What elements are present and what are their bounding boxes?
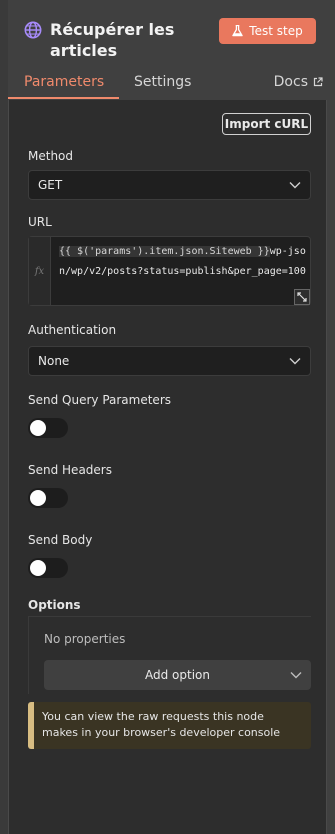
external-link-icon <box>313 77 323 87</box>
url-expression: {{ $('params').item.json.Siteweb }} <box>59 246 270 257</box>
method-select[interactable]: GET <box>28 170 311 200</box>
options-indent-line <box>28 616 29 694</box>
authentication-label: Authentication <box>28 323 117 337</box>
tab-settings[interactable]: Settings <box>134 74 191 90</box>
chevron-down-icon <box>289 182 301 189</box>
add-option-select[interactable]: Add option <box>44 660 311 690</box>
url-value[interactable]: {{ $('params').item.json.Siteweb }}wp-js… <box>59 242 309 302</box>
send-body-label: Send Body <box>28 533 93 547</box>
send-body-toggle[interactable] <box>28 558 68 578</box>
flask-icon <box>232 25 244 37</box>
toggle-knob <box>30 490 46 506</box>
test-step-label: Test step <box>249 24 303 38</box>
send-headers-label: Send Headers <box>28 463 112 477</box>
method-label: Method <box>28 149 74 163</box>
toggle-knob <box>30 420 46 436</box>
send-query-toggle[interactable] <box>28 418 68 438</box>
panel-edge <box>0 0 8 834</box>
import-curl-button[interactable]: Import cURL <box>222 113 311 135</box>
tab-docs[interactable]: Docs <box>274 74 323 90</box>
active-tab-indicator <box>8 97 119 99</box>
developer-console-notice: You can view the raw requests this node … <box>28 702 311 749</box>
send-headers-toggle[interactable] <box>28 488 68 508</box>
url-label: URL <box>28 215 52 229</box>
send-query-label: Send Query Parameters <box>28 393 172 407</box>
expand-editor-button[interactable] <box>294 289 310 305</box>
expression-fx-icon: fx <box>29 237 51 305</box>
globe-icon <box>24 21 42 39</box>
url-input[interactable]: fx {{ $('params').item.json.Siteweb }}wp… <box>28 236 311 306</box>
authentication-select[interactable]: None <box>28 346 311 376</box>
add-option-label: Add option <box>145 668 210 682</box>
tab-bar: Parameters Settings Docs <box>8 70 323 100</box>
toggle-knob <box>30 560 46 576</box>
chevron-down-icon <box>290 672 302 679</box>
options-divider <box>28 616 311 617</box>
node-title[interactable]: Récupérer les articles <box>50 19 210 61</box>
tab-parameters[interactable]: Parameters <box>24 74 104 90</box>
authentication-value: None <box>38 354 70 368</box>
method-value: GET <box>38 178 63 192</box>
test-step-button[interactable]: Test step <box>219 18 316 44</box>
chevron-down-icon <box>289 358 301 365</box>
expand-icon <box>297 292 307 302</box>
options-title: Options <box>28 598 81 612</box>
no-properties-text: No properties <box>44 632 126 646</box>
tab-docs-label: Docs <box>273 74 308 90</box>
